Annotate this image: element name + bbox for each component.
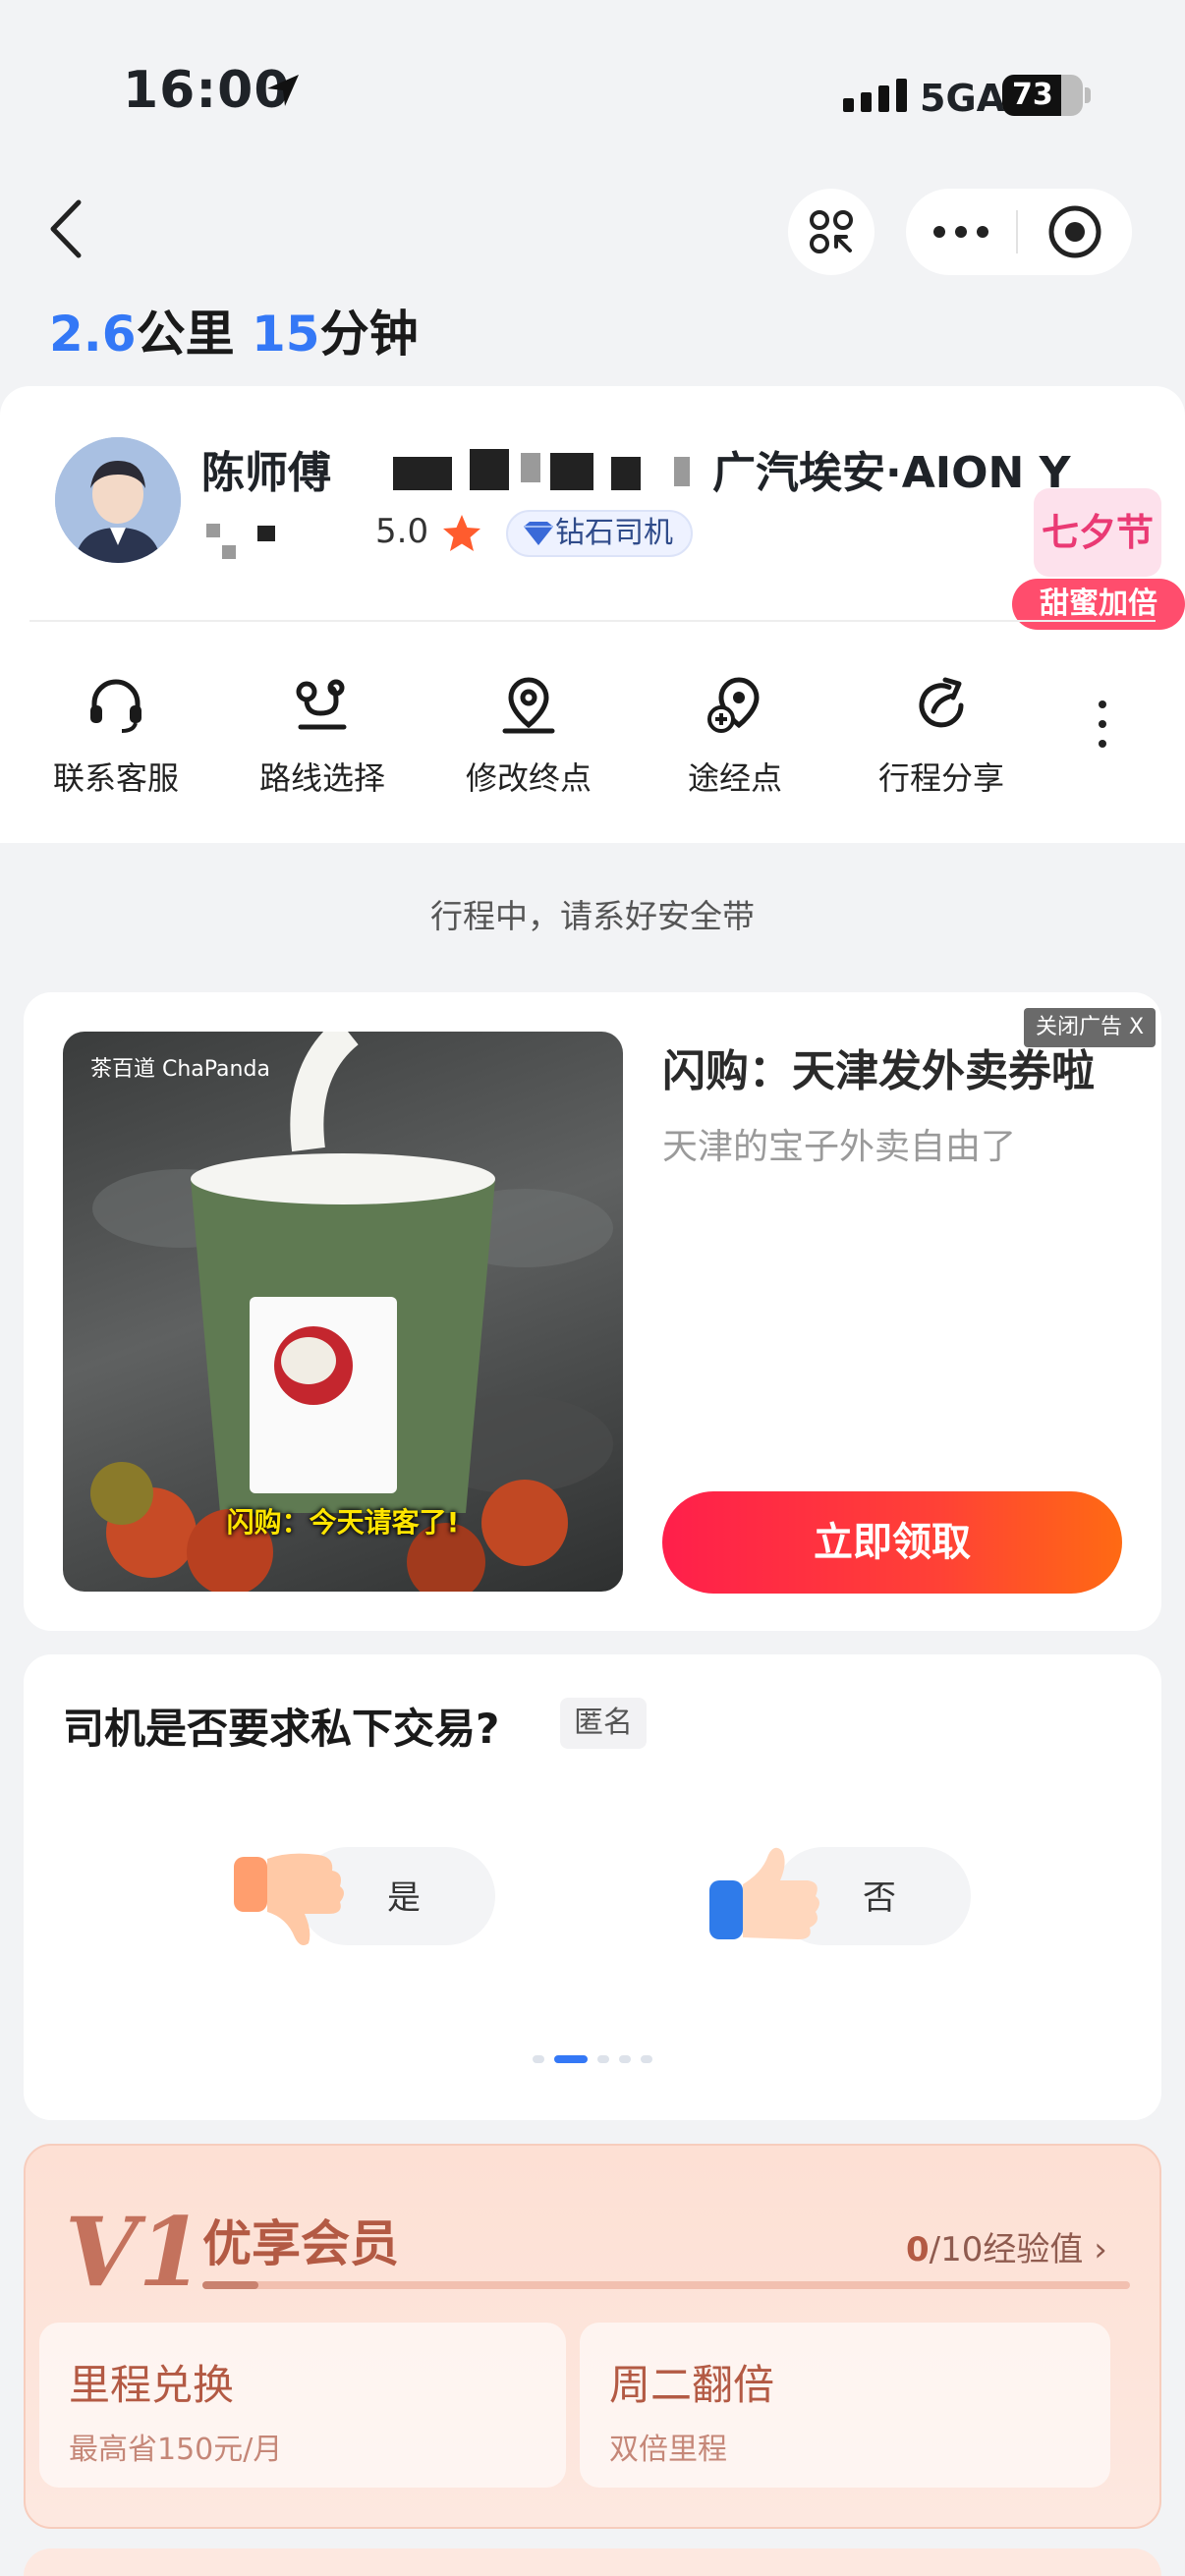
carousel-dot bbox=[619, 2055, 631, 2063]
location-pin-icon bbox=[502, 677, 555, 734]
time-unit: 分钟 bbox=[319, 306, 419, 363]
driver-name: 陈师傅 bbox=[201, 448, 331, 498]
redacted-info bbox=[206, 524, 220, 537]
festival-promo: 甜蜜加倍 bbox=[1012, 579, 1185, 630]
pin-share-button[interactable] bbox=[788, 189, 875, 275]
location-arrow-icon bbox=[267, 75, 299, 106]
anonymous-tag: 匿名 bbox=[560, 1698, 647, 1749]
seatbelt-notice: 行程中，请系好安全带 bbox=[430, 897, 755, 935]
redacted-plate bbox=[393, 457, 452, 490]
experience-progress-fill bbox=[202, 2281, 258, 2289]
survey-card: 司机是否要求私下交易? 匿名 是 否 bbox=[24, 1654, 1161, 2120]
exp-total: /10经验值 › bbox=[929, 2230, 1107, 2269]
ad-card[interactable]: 茶百道 ChaPanda 闪购：今天请客了! 关闭广告 X 闪购：天津发外卖券啦… bbox=[24, 992, 1161, 1631]
exp-current: 0 bbox=[906, 2230, 930, 2269]
festival-title: 七夕节 bbox=[1034, 488, 1161, 577]
membership-card[interactable]: V1 优享会员 0/10经验值 › 里程兑换 最高省150元/月 周二翻倍 双倍… bbox=[24, 2144, 1161, 2529]
more-actions-icon[interactable] bbox=[1081, 695, 1124, 754]
vote-no-label: 否 bbox=[863, 1878, 896, 1918]
back-button[interactable] bbox=[39, 195, 98, 263]
thumbs-up-icon bbox=[709, 1847, 819, 1939]
carousel-dot bbox=[597, 2055, 609, 2063]
redacted-plate bbox=[550, 453, 593, 490]
ad-image[interactable]: 茶百道 ChaPanda 闪购：今天请客了! bbox=[63, 1032, 623, 1592]
action-label: 联系客服 bbox=[52, 759, 179, 797]
headset-icon bbox=[90, 679, 141, 733]
benefit-subtitle: 最高省150元/月 bbox=[69, 2433, 283, 2467]
redacted-plate bbox=[674, 457, 690, 486]
redacted-info bbox=[257, 526, 275, 541]
benefit-title: 周二翻倍 bbox=[609, 2361, 775, 2409]
ad-image-caption: 闪购：今天请客了! bbox=[226, 1506, 460, 1539]
action-label: 途经点 bbox=[687, 759, 782, 797]
redacted-plate bbox=[470, 449, 509, 490]
benefit-subtitle: 双倍里程 bbox=[609, 2433, 727, 2467]
vote-yes-label: 是 bbox=[387, 1878, 421, 1918]
distance-unit: 公里 bbox=[136, 306, 235, 363]
battery-tip bbox=[1085, 87, 1091, 103]
experience-link[interactable]: 0/10经验值 › bbox=[906, 2222, 1107, 2270]
ad-title: 闪购：天津发外卖券啦 bbox=[662, 1046, 1095, 1096]
benefit-title: 里程兑换 bbox=[69, 2361, 235, 2409]
ad-brand: 茶百道 ChaPanda bbox=[90, 1057, 270, 1082]
redacted-info bbox=[222, 545, 236, 559]
target-icon bbox=[1048, 205, 1101, 258]
action-label: 行程分享 bbox=[877, 759, 1004, 797]
member-title: 优享会员 bbox=[202, 2215, 399, 2272]
divider bbox=[29, 620, 1156, 622]
change-destination-button[interactable]: 修改终点 bbox=[440, 671, 617, 799]
action-bar: 联系客服 路线选择 修改终点 途经点 行程分享 bbox=[0, 671, 1185, 809]
time-value: 15 bbox=[252, 306, 320, 363]
more-dots-icon bbox=[933, 226, 988, 238]
share-icon bbox=[919, 677, 964, 728]
vote-yes-button[interactable]: 是 bbox=[230, 1843, 525, 1949]
action-label: 修改终点 bbox=[465, 759, 592, 797]
redacted-plate bbox=[521, 453, 540, 482]
share-trip-button[interactable]: 行程分享 bbox=[853, 671, 1030, 799]
status-bar: 16:00 5GA 73 bbox=[0, 0, 1185, 187]
redacted-plate bbox=[611, 457, 641, 490]
waypoint-icon bbox=[707, 677, 760, 733]
driver-rating: 5.0 bbox=[375, 512, 429, 551]
diamond-driver-badge: 钻石司机 bbox=[506, 510, 693, 557]
route-select-button[interactable]: 路线选择 bbox=[234, 671, 411, 799]
qixi-festival-badge[interactable]: 七夕节 甜蜜加倍 bbox=[1012, 488, 1185, 636]
member-level: V1 bbox=[65, 2197, 204, 2308]
driver-card: 陈师傅 广汽埃安·AION Y 5.0 钻石司机 七夕节 甜蜜加倍 联系客服 路… bbox=[0, 386, 1185, 843]
back-icon bbox=[50, 199, 82, 258]
carousel-indicator bbox=[24, 2055, 1161, 2063]
carousel-dot bbox=[533, 2055, 544, 2063]
driver-avatar[interactable] bbox=[55, 437, 181, 563]
mini-program-capsule bbox=[906, 189, 1132, 275]
star-icon bbox=[443, 515, 480, 551]
carousel-dot bbox=[554, 2055, 588, 2063]
benefit-mileage-exchange[interactable]: 里程兑换 最高省150元/月 bbox=[39, 2323, 566, 2488]
contact-support-button[interactable]: 联系客服 bbox=[28, 671, 204, 799]
action-label: 路线选择 bbox=[258, 759, 385, 797]
diamond-icon bbox=[524, 522, 553, 545]
survey-question: 司机是否要求私下交易? bbox=[63, 1705, 500, 1753]
pin-share-icon bbox=[810, 210, 853, 253]
ad-subtitle: 天津的宝子外卖自由了 bbox=[662, 1127, 1017, 1167]
claim-now-button[interactable]: 立即领取 bbox=[662, 1491, 1122, 1594]
experience-progress bbox=[202, 2281, 1130, 2289]
more-button[interactable] bbox=[906, 189, 1016, 275]
benefit-tuesday-double[interactable]: 周二翻倍 双倍里程 bbox=[580, 2323, 1110, 2488]
signal-icon bbox=[843, 79, 907, 112]
next-card-peek bbox=[24, 2548, 1161, 2576]
network-type: 5GA bbox=[920, 77, 1006, 120]
badge-label: 钻石司机 bbox=[555, 516, 673, 550]
close-miniprogram-button[interactable] bbox=[1018, 189, 1132, 275]
carousel-dot bbox=[641, 2055, 652, 2063]
trip-eta: 2.6公里 15分钟 bbox=[49, 295, 419, 365]
person-icon bbox=[55, 437, 181, 563]
thumbs-down-icon bbox=[234, 1853, 344, 1945]
distance-value: 2.6 bbox=[49, 306, 137, 363]
route-icon bbox=[296, 679, 347, 730]
vote-no-button[interactable]: 否 bbox=[705, 1843, 1000, 1949]
battery-icon: 73 bbox=[1002, 75, 1083, 116]
waypoint-button[interactable]: 途经点 bbox=[647, 671, 823, 799]
battery-level: 73 bbox=[1012, 78, 1053, 112]
